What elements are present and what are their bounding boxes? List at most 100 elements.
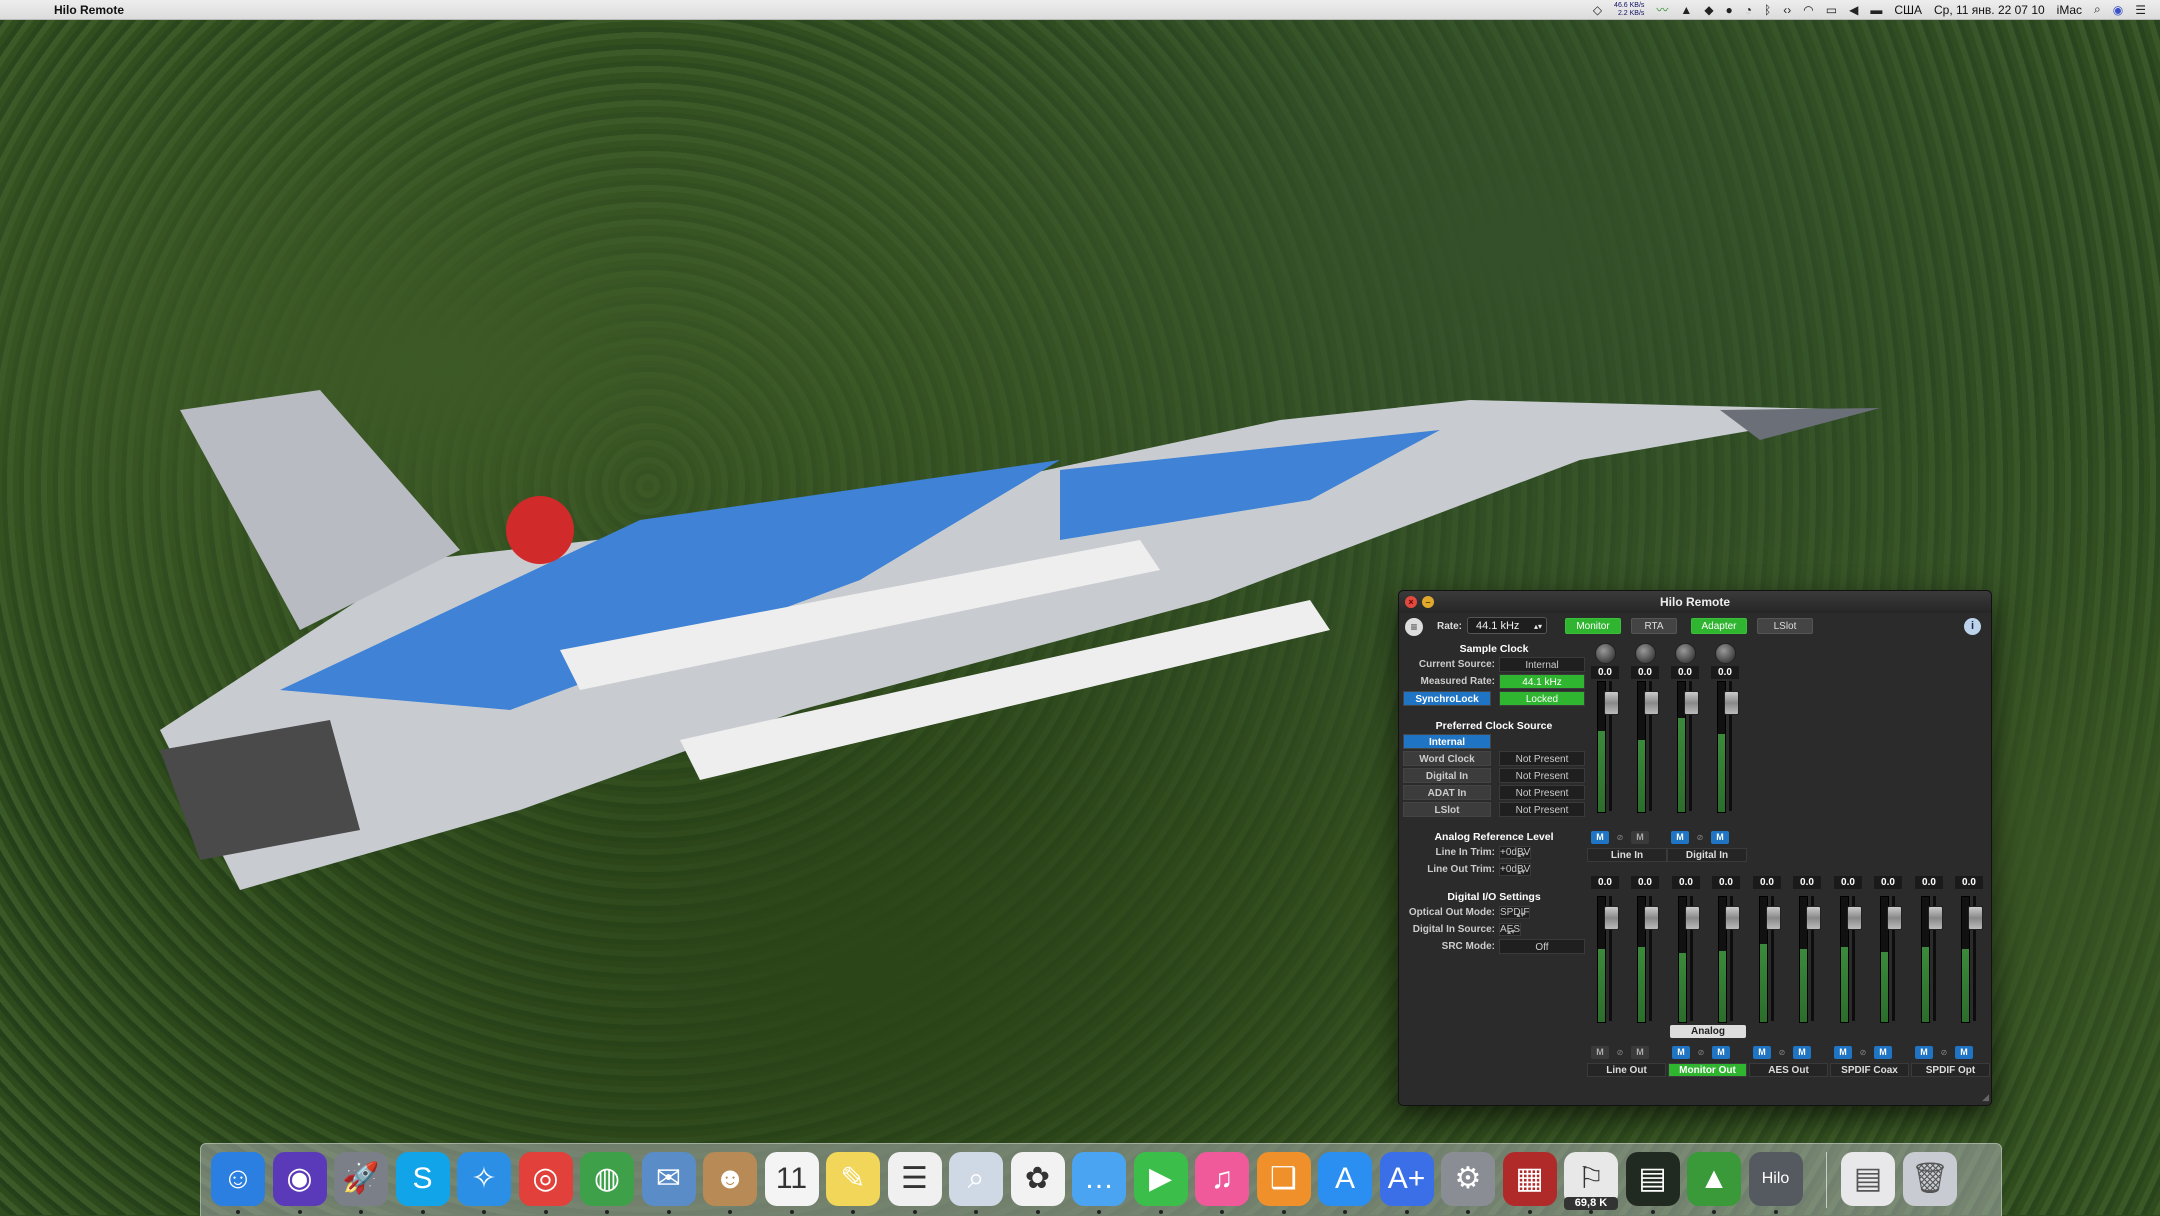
fader-handle[interactable]	[1847, 906, 1862, 930]
mute-button[interactable]: M	[1915, 1046, 1933, 1059]
notification-center-icon[interactable]: ☰	[2135, 3, 2146, 17]
dock-launchpad-icon[interactable]: 🚀	[334, 1152, 388, 1214]
tab-adapter[interactable]: Adapter	[1691, 618, 1747, 634]
spotlight-search-icon[interactable]: ⌕	[2094, 2, 2101, 17]
clock-source-digital-in[interactable]: Digital In	[1403, 768, 1491, 783]
fader-handle[interactable]	[1766, 906, 1781, 930]
dock-trash-icon[interactable]: 🗑	[1903, 1152, 1957, 1206]
mute-button[interactable]: M	[1793, 1046, 1811, 1059]
pan-knob[interactable]	[1675, 643, 1696, 664]
resize-handle-icon[interactable]: ◢	[1982, 1092, 1989, 1103]
fader-handle[interactable]	[1724, 691, 1739, 715]
fader-handle[interactable]	[1604, 691, 1619, 715]
cpu-graph-icon[interactable]: 〰	[1656, 1, 1668, 18]
network-speed-meter[interactable]: 46.6 KB/s 2.2 KB/s	[1614, 2, 1644, 18]
fader-handle[interactable]	[1644, 691, 1659, 715]
analog-button[interactable]: Analog	[1670, 1025, 1746, 1038]
flag-icon[interactable]: ▬	[1870, 3, 1882, 17]
clock-source-lslot[interactable]: LSlot	[1403, 802, 1491, 817]
stereo-link-icon[interactable]: ⊘	[1777, 1048, 1787, 1058]
output-group-spdif-opt[interactable]: SPDIF Opt	[1911, 1063, 1990, 1077]
menubar-app-name[interactable]: Hilo Remote	[54, 3, 124, 17]
digital-in-source-select[interactable]: AES ▴▾	[1499, 923, 1522, 936]
dock-mail-bird-icon[interactable]: ✉	[641, 1152, 696, 1214]
line-out-trim-select[interactable]: +0dBV ▴▾	[1499, 863, 1532, 876]
fader-handle[interactable]	[1725, 906, 1740, 930]
upload-icon[interactable]: ▲	[1680, 3, 1692, 17]
airplay-icon[interactable]: ▭	[1826, 3, 1837, 17]
bluetooth-icon[interactable]: ᛒ	[1764, 3, 1771, 17]
clock-source-word-clock[interactable]: Word Clock	[1403, 751, 1491, 766]
wifi-icon[interactable]: ◠	[1803, 3, 1813, 17]
fader-handle[interactable]	[1806, 906, 1821, 930]
stereo-link-icon[interactable]: ⊘	[1696, 1048, 1706, 1058]
dock-system-preferences-icon[interactable]: ⚙	[1441, 1152, 1495, 1214]
fader-handle[interactable]	[1968, 906, 1983, 930]
mute-button[interactable]: M	[1753, 1046, 1771, 1059]
pan-knob[interactable]	[1635, 643, 1656, 664]
shield-icon[interactable]: ◆	[1704, 3, 1713, 17]
mute-button[interactable]: M	[1631, 1046, 1649, 1059]
dropbox-icon[interactable]: ◇	[1593, 3, 1602, 17]
dock-photos-icon[interactable]: ✿	[1010, 1152, 1065, 1214]
input-source[interactable]: США	[1894, 3, 1922, 17]
dock-photo-booth-icon[interactable]: ▦	[1502, 1152, 1557, 1214]
stereo-link-icon[interactable]: ⊘	[1615, 1048, 1625, 1058]
mute-button[interactable]: M	[1955, 1046, 1973, 1059]
mute-button[interactable]: M	[1874, 1046, 1892, 1059]
tab-lslot[interactable]: LSlot	[1757, 618, 1813, 634]
dock-calendar-icon[interactable]: 11	[764, 1152, 819, 1214]
dock-messages-icon[interactable]: …	[1072, 1152, 1126, 1214]
dock-skype-icon[interactable]: S	[395, 1152, 450, 1214]
dock-app-store-alt-icon[interactable]: A+	[1379, 1152, 1434, 1214]
synchrolock-button[interactable]: SynchroLock	[1403, 691, 1491, 706]
close-button[interactable]: ×	[1405, 596, 1417, 608]
window-titlebar[interactable]: × – Hilo Remote	[1399, 591, 1991, 613]
dock-reminders-icon[interactable]: ☰	[887, 1152, 942, 1214]
record-icon[interactable]: ●	[1726, 3, 1733, 17]
dock-chrome-icon[interactable]: ◎	[518, 1152, 573, 1214]
menubar-clock[interactable]: Ср, 11 янв. 22 07 10	[1934, 3, 2045, 17]
src-mode-button[interactable]: Off	[1499, 939, 1585, 954]
stereo-link-icon[interactable]: ⊘	[1858, 1048, 1868, 1058]
siri-icon[interactable]: ◉	[2113, 3, 2123, 17]
dock-hilo-remote-icon[interactable]: Hilo	[1748, 1152, 1803, 1214]
clock-source-adat-in[interactable]: ADAT In	[1403, 785, 1491, 800]
time-machine-icon[interactable]: ◔	[1745, 3, 1752, 17]
output-group-aes-out[interactable]: AES Out	[1749, 1063, 1828, 1077]
dock-contacts-icon[interactable]: ☻	[703, 1152, 757, 1214]
volume-icon[interactable]: ◀	[1849, 3, 1858, 17]
minimize-button[interactable]: –	[1422, 596, 1434, 608]
pan-knob[interactable]	[1715, 643, 1736, 664]
dock-preview-icon[interactable]: ⌕	[949, 1152, 1003, 1214]
dock-finder-icon[interactable]: ☺	[211, 1152, 265, 1214]
info-icon[interactable]: i	[1964, 618, 1981, 635]
tab-rta[interactable]: RTA	[1631, 618, 1677, 634]
fader-handle[interactable]	[1604, 906, 1619, 930]
fader-handle[interactable]	[1887, 906, 1902, 930]
dock-safari-icon[interactable]: ✧	[457, 1152, 511, 1214]
dock-activity-monitor-icon[interactable]: ▤	[1625, 1152, 1680, 1214]
dock-downloads-stack-icon[interactable]: ▤	[1841, 1152, 1895, 1206]
fader-handle[interactable]	[1685, 906, 1700, 930]
pan-knob[interactable]	[1595, 643, 1616, 664]
mute-button[interactable]: M	[1712, 1046, 1730, 1059]
output-group-monitor-out[interactable]: Monitor Out	[1668, 1063, 1747, 1077]
mute-button[interactable]: M	[1631, 831, 1649, 844]
optical-out-mode-select[interactable]: SPDIF ▴▾	[1499, 906, 1531, 919]
dock-notes-icon[interactable]: ✎	[826, 1152, 880, 1214]
output-group-line-out[interactable]: Line Out	[1587, 1063, 1666, 1077]
input-group-digital-in[interactable]: Digital In	[1667, 848, 1747, 862]
rate-select[interactable]: 44.1 kHz ▴▾	[1467, 617, 1547, 634]
dock-siri-icon[interactable]: ◉	[272, 1152, 327, 1214]
dock-globe-app-icon[interactable]: ◍	[580, 1152, 634, 1214]
mute-button[interactable]: M	[1671, 831, 1689, 844]
dock-itunes-icon[interactable]: ♫	[1195, 1152, 1249, 1214]
fader-handle[interactable]	[1644, 906, 1659, 930]
mute-button[interactable]: M	[1834, 1046, 1852, 1059]
dock-disk-utility-icon[interactable]: ⚐ 69,8 K	[1564, 1152, 1618, 1214]
dock-ibooks-icon[interactable]: ❑	[1256, 1152, 1311, 1214]
dock-facetime-icon[interactable]: ▶	[1133, 1152, 1188, 1214]
clock-source-internal[interactable]: Internal	[1403, 734, 1491, 749]
mute-button[interactable]: M	[1672, 1046, 1690, 1059]
